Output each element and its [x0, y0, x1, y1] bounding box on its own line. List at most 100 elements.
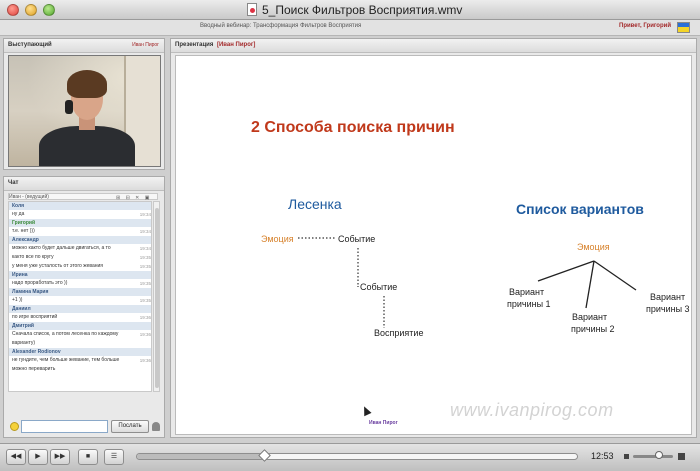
chat-message-author: Ламина Мария: [9, 288, 151, 296]
playback-timeline[interactable]: [136, 453, 578, 460]
chat-message-time: 19:35: [139, 264, 151, 269]
zoom-window-button[interactable]: [43, 4, 55, 16]
chat-message-text: не гундите, чем больше жевание, тем боль…: [9, 356, 151, 365]
chat-message-text: надо проработать это )) 19:35: [9, 279, 151, 288]
ladder-emotion: Эмоция: [261, 234, 294, 244]
chat-message-text: варианту): [9, 339, 151, 348]
chat-message-time: 19:36: [139, 332, 151, 337]
option-branch-3: [593, 260, 637, 291]
speaker-panel-title: Выступающий: [8, 42, 52, 48]
chat-message-author: Даниил: [9, 305, 151, 313]
chat-message-text: както все по кругу 19:35: [9, 253, 151, 262]
webinar-title: Вводный вебинар: Трансформация Фильтров …: [200, 23, 362, 29]
window-titlebar: 5_Поиск Фильтров Восприятия.wmv: [0, 0, 700, 20]
chat-message-time: 19:34: [139, 246, 151, 251]
play-button[interactable]: ▶: [28, 449, 48, 465]
chat-message-input[interactable]: [21, 420, 108, 433]
player-window: 5_Поиск Фильтров Восприятия.wmv Вводный …: [0, 0, 700, 471]
speaker-video: [8, 55, 161, 167]
ladder-event-2: Событие: [360, 282, 398, 292]
presentation-panel: Презентация [Иван Пирог] 2 Способа поиск…: [170, 38, 697, 438]
option-1-line-1: Вариант: [509, 287, 545, 297]
option-branch-1: [537, 260, 595, 282]
window-title: 5_Поиск Фильтров Восприятия.wmv: [262, 3, 463, 17]
chat-message-body: ну да: [12, 211, 25, 217]
chat-message-body: по игре восприятий: [12, 314, 58, 320]
minimize-window-button[interactable]: [25, 4, 37, 16]
slide-footer: Иван Пирог: [369, 420, 398, 426]
chat-message-body: т.е. нет ))): [12, 228, 35, 234]
chat-message-time: 19:36: [139, 315, 151, 320]
playback-controls: ◀◀ ▶ ▶▶ ■ ☰ 12:53: [0, 443, 700, 471]
chat-message-text: можно переварить: [9, 365, 151, 374]
chat-message-list[interactable]: Коля ну да 19:34 Григорий т.е. нет ))) 19:34 А…: [8, 201, 152, 392]
chat-message-body: Сначала список, а потом лесенка по каждо…: [12, 331, 119, 337]
chat-message-time: 19:34: [139, 229, 151, 234]
chat-message-body: можно както будет дальше двигаться, а то: [12, 245, 111, 251]
chat-message-body: варианту): [12, 340, 36, 346]
fast-forward-button[interactable]: ▶▶: [50, 449, 70, 465]
speaker-panel: Выступающий Иван Пирог: [3, 38, 165, 170]
site-watermark: www.ivanpirog.com: [450, 400, 614, 420]
chat-message-author: Григорий: [9, 219, 151, 227]
options-emotion: Эмоция: [577, 242, 610, 252]
user-greeting: Привет, Григорий: [619, 23, 672, 29]
chat-panel: Чат Иван - (ведущий) ⊞ ⊟ ✕ ▣ Коля ну да 19…: [3, 176, 165, 438]
chat-message-time: 19:35: [139, 255, 151, 260]
chat-message-body: надо проработать это )): [12, 280, 68, 286]
chat-message-time: 19:35: [139, 281, 151, 286]
rewind-button[interactable]: ◀◀: [6, 449, 26, 465]
chat-message-author: Коля: [9, 202, 151, 210]
speaker-name: Иван Пирог: [132, 42, 159, 48]
chat-message-body: у меня уже усталость от этого жевания: [12, 263, 103, 269]
ladder-event-1: Событие: [338, 234, 376, 244]
chat-message-time: 19:35: [139, 298, 151, 303]
options-diagram-lines: [537, 260, 637, 309]
chat-message-time: 19:34: [139, 212, 151, 217]
option-branch-2: [585, 260, 595, 309]
option-3-line-2: причины 3: [646, 304, 690, 314]
chat-message-time: 19:36: [139, 358, 151, 363]
webinar-header: Вводный вебинар: Трансформация Фильтров …: [0, 20, 700, 36]
option-1-line-2: причины 1: [507, 299, 551, 309]
chat-host-label: Иван - (ведущий): [9, 194, 49, 200]
option-2-line-2: причины 2: [571, 324, 615, 334]
speaker-panel-header: Выступающий Иван Пирог: [4, 39, 164, 53]
smiley-icon[interactable]: [10, 422, 19, 431]
chat-message-text: Сначала список, а потом лесенка по каждо…: [9, 330, 151, 339]
presentation-label: Презентация: [175, 42, 214, 48]
chat-message-author: Дмитрий: [9, 322, 151, 330]
volume-low-icon[interactable]: [624, 454, 629, 459]
chat-compose-row: Послать: [7, 418, 162, 435]
bell-icon[interactable]: [152, 422, 160, 431]
chat-message-body: както все по кругу: [12, 254, 54, 260]
chat-message-text: у меня уже усталость от этого жевания 19:…: [9, 262, 151, 271]
volume-high-icon[interactable]: [678, 453, 685, 460]
volume-slider[interactable]: [633, 455, 673, 458]
presentation-header: Презентация [Иван Пирог]: [171, 39, 696, 53]
option-3-line-1: Вариант: [650, 292, 686, 302]
option-2-line-1: Вариант: [572, 312, 608, 322]
volume-slider-thumb[interactable]: [655, 451, 663, 459]
chat-messages: Коля ну да 19:34 Григорий т.е. нет ))) 19:34 А…: [9, 202, 151, 374]
chat-scrollbar-thumb[interactable]: [155, 208, 159, 388]
chat-scrollbar[interactable]: [153, 201, 160, 392]
chat-message-author: Ирина: [9, 271, 151, 279]
send-button[interactable]: Послать: [111, 420, 149, 433]
close-window-button[interactable]: [7, 4, 19, 16]
elapsed-time: 12:53: [591, 451, 614, 461]
chat-message-text: +1 )) 19:35: [9, 296, 151, 305]
language-flag-icon[interactable]: [677, 22, 690, 33]
chat-message-text: по игре восприятий 19:36: [9, 313, 151, 322]
slide-diagrams: [298, 237, 637, 328]
chat-message-body: +1 )): [12, 297, 23, 303]
headset-icon: [65, 100, 73, 114]
chat-message-author: Александр: [9, 236, 151, 244]
stop-button[interactable]: ■: [78, 449, 98, 465]
chat-message-body: не гундите, чем больше жевание, тем боль…: [12, 357, 120, 363]
timeline-progress: [137, 454, 265, 459]
playlist-menu-button[interactable]: ☰: [104, 449, 124, 465]
ladder-perception: Восприятие: [374, 328, 424, 338]
chat-message-text: ну да 19:34: [9, 210, 151, 219]
presentation-slide: 2 Способа поиска причин Лесенка Список в…: [175, 55, 692, 435]
